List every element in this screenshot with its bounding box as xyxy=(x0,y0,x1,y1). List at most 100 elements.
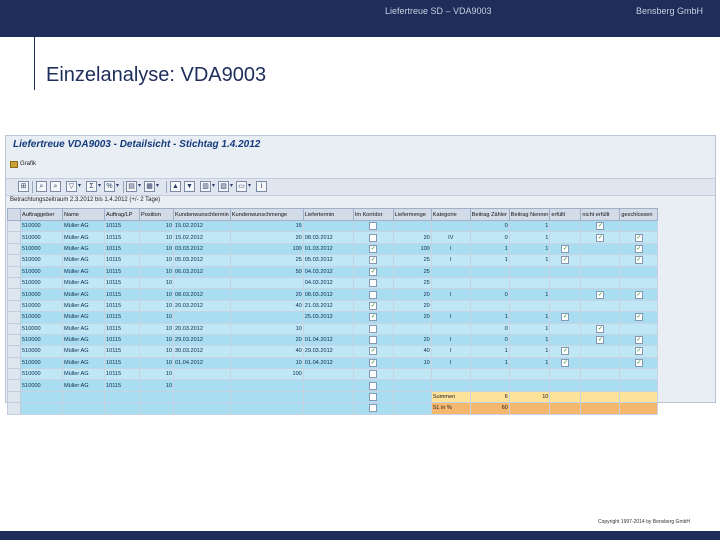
info-icon[interactable]: ⅰ xyxy=(256,181,267,192)
checked-checkbox[interactable]: ✓ xyxy=(561,244,570,253)
find-icon[interactable]: ⌕ xyxy=(36,181,47,192)
table-row[interactable]: 510000 Müller AG 10115 10 01.04.2012 10 01.04.… xyxy=(7,356,659,370)
column-header[interactable]: Liefermenge xyxy=(392,208,432,221)
checked-checkbox[interactable]: ✓ xyxy=(596,324,605,333)
row-selector[interactable] xyxy=(7,299,21,313)
row-selector[interactable] xyxy=(7,345,21,358)
table-row[interactable]: 510000 Müller AG 10115 10 30.03.2012 40 29.03.… xyxy=(7,345,659,358)
table-row[interactable]: 510000 Müller AG 10115 10 05.03.2012 25 05.03.… xyxy=(7,254,659,267)
table-row[interactable]: 510000 Müller AG 10115 10 29.03.2012 20 01.04.… xyxy=(7,333,659,347)
checkbox[interactable] xyxy=(369,393,378,402)
row-selector[interactable] xyxy=(7,288,21,301)
select-all-cell[interactable] xyxy=(7,208,21,221)
subtotal-icon[interactable]: % xyxy=(104,181,115,192)
checked-checkbox[interactable]: ✓ xyxy=(634,313,643,322)
checked-checkbox[interactable]: ✓ xyxy=(561,313,570,322)
checked-checkbox[interactable]: ✓ xyxy=(369,347,378,356)
row-selector[interactable] xyxy=(7,333,21,347)
chevron-down-icon[interactable]: ▾ xyxy=(78,181,83,192)
column-header[interactable]: Position xyxy=(139,208,174,221)
checkbox[interactable] xyxy=(369,324,378,333)
sort-asc-icon[interactable]: ▲ xyxy=(170,181,181,192)
checked-checkbox[interactable]: ✓ xyxy=(369,244,378,253)
row-selector[interactable] xyxy=(7,231,21,244)
column-header[interactable]: Beitrag Nenner xyxy=(508,208,551,221)
checkbox[interactable] xyxy=(369,233,378,242)
table-row[interactable]: 510000 Müller AG 10115 10 xyxy=(7,379,659,392)
checked-checkbox[interactable]: ✓ xyxy=(634,347,643,356)
checkbox[interactable] xyxy=(369,279,378,288)
column-header[interactable]: erfüllt xyxy=(549,208,582,221)
checked-checkbox[interactable]: ✓ xyxy=(596,336,605,345)
row-selector[interactable] xyxy=(7,356,21,370)
chevron-down-icon[interactable]: ▾ xyxy=(230,181,235,192)
table-row[interactable]: 510000 Müller AG 10115 10 15.02.2012 20 08.03.… xyxy=(7,231,659,244)
row-selector[interactable] xyxy=(7,265,21,278)
checkbox[interactable] xyxy=(369,336,378,345)
row-selector[interactable] xyxy=(7,390,21,404)
sum-icon[interactable]: Σ xyxy=(86,181,97,192)
column-header[interactable]: Beitrag Zähler xyxy=(469,208,510,221)
table-row[interactable]: 510000 Müller AG 10115 10 15.02.2012 15 0 1 ✓ xyxy=(7,219,659,233)
checked-checkbox[interactable]: ✓ xyxy=(596,290,605,299)
table-row[interactable]: 510000 Müller AG 10115 10 25.03.2012 ✓ 20 I 1 1 ✓ ✓ xyxy=(7,311,659,324)
sort-desc-icon[interactable]: ▼ xyxy=(184,181,195,192)
checked-checkbox[interactable]: ✓ xyxy=(634,290,643,299)
row-selector[interactable] xyxy=(7,322,21,335)
table-row[interactable]: 510000 Müller AG 10115 10 100 xyxy=(7,368,659,381)
table-row[interactable]: 510000 Müller AG 10115 10 03.03.2012 100 01.03… xyxy=(7,242,659,256)
graphic-icon[interactable]: ▧ xyxy=(218,181,229,192)
checked-checkbox[interactable]: ✓ xyxy=(369,267,378,276)
checked-checkbox[interactable]: ✓ xyxy=(561,358,570,367)
table-row[interactable]: 510000 Müller AG 10115 10 04.03.2012 25 xyxy=(7,276,659,290)
checked-checkbox[interactable]: ✓ xyxy=(561,256,570,265)
row-selector[interactable] xyxy=(7,219,21,233)
table-row[interactable]: 510000 Müller AG 10115 10 20.03.2012 40 21.03.… xyxy=(7,299,659,313)
checked-checkbox[interactable]: ✓ xyxy=(369,256,378,265)
checkbox[interactable] xyxy=(369,222,378,231)
table-row[interactable]: 510000 Müller AG 10115 10 06.03.2012 50 04.03.… xyxy=(7,265,659,278)
checked-checkbox[interactable]: ✓ xyxy=(369,301,378,310)
column-header[interactable]: Auftrag/LP xyxy=(104,208,140,221)
checked-checkbox[interactable]: ✓ xyxy=(634,358,643,367)
layout-icon[interactable]: ▥ xyxy=(200,181,211,192)
column-header[interactable]: Im Korridor xyxy=(352,208,394,221)
checked-checkbox[interactable]: ✓ xyxy=(634,244,643,253)
checked-checkbox[interactable]: ✓ xyxy=(369,358,378,367)
column-header[interactable]: Auftraggeber xyxy=(20,208,63,221)
column-header[interactable]: Kundenwunschtermin xyxy=(173,208,231,221)
column-header[interactable]: geschlossen xyxy=(619,208,659,221)
graphic-button[interactable]: Grafik xyxy=(10,158,36,170)
chevron-down-icon[interactable]: ▾ xyxy=(138,181,143,192)
row-selector[interactable] xyxy=(7,242,21,256)
row-selector[interactable] xyxy=(7,379,21,392)
details-icon[interactable]: ⊞ xyxy=(18,181,29,192)
checked-checkbox[interactable]: ✓ xyxy=(369,313,378,322)
checkbox[interactable] xyxy=(369,290,378,299)
chevron-down-icon[interactable]: ▾ xyxy=(248,181,253,192)
column-header[interactable]: Name xyxy=(62,208,105,221)
checkbox[interactable] xyxy=(369,404,378,413)
filter-icon[interactable]: ▽ xyxy=(66,181,77,192)
checked-checkbox[interactable]: ✓ xyxy=(634,233,643,242)
checked-checkbox[interactable]: ✓ xyxy=(634,336,643,345)
table-row[interactable]: 510000 Müller AG 10115 10 08.03.2012 20 08.03.… xyxy=(7,288,659,301)
checked-checkbox[interactable]: ✓ xyxy=(596,222,605,231)
chevron-down-icon[interactable]: ▾ xyxy=(212,181,217,192)
checked-checkbox[interactable]: ✓ xyxy=(561,347,570,356)
chevron-down-icon[interactable]: ▾ xyxy=(98,181,103,192)
row-selector[interactable] xyxy=(7,402,21,415)
row-selector[interactable] xyxy=(7,311,21,324)
checkbox[interactable] xyxy=(369,370,378,379)
column-header[interactable]: nicht erfüllt xyxy=(580,208,621,221)
find-next-icon[interactable]: ⌕ xyxy=(50,181,61,192)
export-icon[interactable]: ▦ xyxy=(144,181,155,192)
column-header[interactable]: Liefertermin xyxy=(302,208,354,221)
row-selector[interactable] xyxy=(7,254,21,267)
column-header[interactable]: Kategorie xyxy=(430,208,471,221)
checkbox[interactable] xyxy=(369,381,378,390)
print-icon[interactable]: ▤ xyxy=(126,181,137,192)
checked-checkbox[interactable]: ✓ xyxy=(634,256,643,265)
row-selector[interactable] xyxy=(7,276,21,290)
checked-checkbox[interactable]: ✓ xyxy=(596,233,605,242)
